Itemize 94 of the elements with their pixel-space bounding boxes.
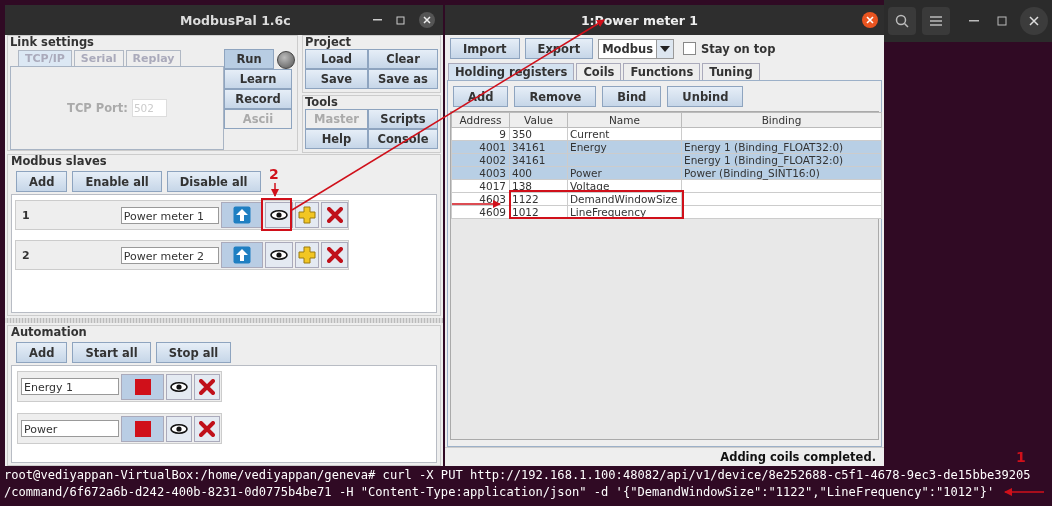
eye-icon: [170, 423, 188, 434]
search-icon[interactable]: [888, 7, 916, 35]
delete-button[interactable]: [321, 202, 348, 228]
project-button[interactable]: Save as: [368, 69, 438, 89]
window-title: ModbusPal 1.6c: [180, 12, 291, 28]
highlight-box: [261, 198, 292, 231]
automation-name-field[interactable]: Energy 1: [21, 378, 119, 395]
up-arrow-icon: [233, 206, 252, 224]
table-row[interactable]: 4609 1012 LineFrequency: [451, 205, 882, 219]
annotation-arrow: [271, 182, 279, 197]
checkbox-label: Stay on top: [701, 41, 776, 56]
status-message: Adding coils completed.: [720, 450, 876, 464]
toolbar-button[interactable]: Import: [450, 38, 520, 59]
table-row[interactable]: 9 350 Current: [451, 127, 882, 141]
table-row[interactable]: 4603 1122 DemandWindowSize: [451, 192, 882, 206]
close-icon[interactable]: [419, 12, 435, 28]
view-button[interactable]: [265, 202, 294, 228]
view-button[interactable]: [265, 242, 294, 268]
stop-button[interactable]: [121, 373, 164, 400]
menu-icon[interactable]: [922, 7, 950, 35]
view-button[interactable]: [166, 415, 192, 442]
column-header[interactable]: Address: [451, 112, 510, 128]
column-header[interactable]: Name: [567, 112, 682, 128]
eye-icon: [270, 210, 289, 220]
slave-number: 2: [21, 248, 31, 262]
project-title: Project: [305, 36, 353, 49]
slave-name-field[interactable]: Power meter 2: [120, 246, 220, 264]
slave-toolbar-button[interactable]: Disable all: [166, 171, 261, 192]
project-button[interactable]: Save: [305, 69, 368, 89]
automation-toolbar-button[interactable]: Add: [16, 342, 68, 363]
tab[interactable]: Coils: [576, 63, 622, 80]
register-button[interactable]: Bind: [602, 86, 662, 107]
project-button[interactable]: Load: [305, 49, 368, 69]
add-button[interactable]: [295, 202, 320, 228]
register-button[interactable]: Unbind: [667, 86, 744, 107]
stop-icon: [134, 378, 151, 395]
delete-icon: [326, 207, 343, 223]
tab[interactable]: Functions: [623, 63, 701, 80]
table-row[interactable]: 4001 34161 Energy Energy 1 (Binding_FLOAT32:0): [451, 140, 882, 154]
dropdown-caret-icon: [660, 45, 670, 52]
tools-title: Tools: [305, 96, 339, 109]
slave-number: 1: [21, 208, 31, 222]
link-button[interactable]: Record: [224, 89, 292, 109]
export-button[interactable]: [221, 242, 264, 268]
column-header[interactable]: Binding: [681, 112, 882, 128]
table-row[interactable]: 4003 400 Power Power (Binding_SINT16:0): [451, 166, 882, 180]
delete-button[interactable]: [321, 242, 348, 268]
slave-toolbar-button[interactable]: Add: [16, 171, 68, 192]
delete-button[interactable]: [194, 373, 220, 400]
link-settings-title: Link settings: [10, 36, 95, 49]
eye-icon: [170, 381, 188, 392]
link-button[interactable]: Run: [224, 49, 274, 69]
delete-button[interactable]: [194, 415, 220, 442]
annotation-arrow: [1004, 488, 1045, 496]
eye-icon: [270, 250, 289, 260]
tools-button[interactable]: Scripts: [368, 109, 438, 129]
automation-title: Automation: [11, 326, 88, 339]
automation-toolbar-button[interactable]: Start all: [72, 342, 151, 363]
protocol-dropdown[interactable]: Modbus: [598, 38, 674, 59]
modbus-slaves-title: Modbus slaves: [11, 155, 108, 168]
link-button[interactable]: Learn: [224, 69, 292, 89]
plus-icon: [298, 246, 317, 264]
annotation-number: 2: [269, 166, 279, 182]
close-icon[interactable]: [1020, 7, 1048, 35]
checkbox[interactable]: [683, 42, 696, 55]
delete-icon: [199, 420, 215, 437]
annotation-number: 1: [1016, 449, 1026, 465]
minimize-icon[interactable]: [373, 19, 382, 21]
window-title: 1:Power meter 1: [580, 12, 699, 28]
terminal-line: root@vediyappan-VirtualBox:/home/vediyappan/geneva# curl -X PUT http://192.168.1.100:48082/api/v1/device/8e252688-c5f1-4678-9ec3-de15bbe39205: [4, 467, 1031, 484]
export-button[interactable]: [221, 202, 264, 228]
delete-icon: [199, 378, 215, 395]
slave-name-field[interactable]: Power meter 1: [120, 206, 220, 224]
register-button[interactable]: Remove: [514, 86, 597, 107]
status-indicator: [277, 51, 295, 69]
delete-icon: [326, 247, 343, 263]
plus-icon: [298, 206, 317, 224]
close-icon[interactable]: [862, 12, 878, 28]
view-button[interactable]: [166, 373, 192, 400]
table-row[interactable]: 4002 34161 Energy 1 (Binding_FLOAT32:0): [451, 153, 882, 167]
stop-button[interactable]: [121, 415, 164, 442]
up-arrow-icon: [233, 246, 252, 264]
tab[interactable]: Tuning: [702, 63, 760, 80]
table-row[interactable]: 4017 138 Voltage: [451, 179, 882, 193]
tcp-port-label: TCP Port:: [67, 101, 128, 115]
stop-icon: [134, 420, 151, 437]
automation-name-field[interactable]: Power: [21, 420, 119, 437]
slave-toolbar-button[interactable]: Enable all: [72, 171, 162, 192]
column-header[interactable]: Value: [509, 112, 568, 128]
terminal-line: /command/6f672a6b-d242-400b-8231-0d0775b4be71 -H "Content-Type:application/json" -d '{"DemandWindowSize":"1122","LineFrequency":"1012"}': [4, 484, 995, 501]
automation-toolbar-button[interactable]: Stop all: [155, 342, 232, 363]
project-button[interactable]: Clear: [368, 49, 438, 69]
maximize-icon[interactable]: [396, 15, 405, 25]
tools-button[interactable]: Help: [305, 129, 368, 149]
